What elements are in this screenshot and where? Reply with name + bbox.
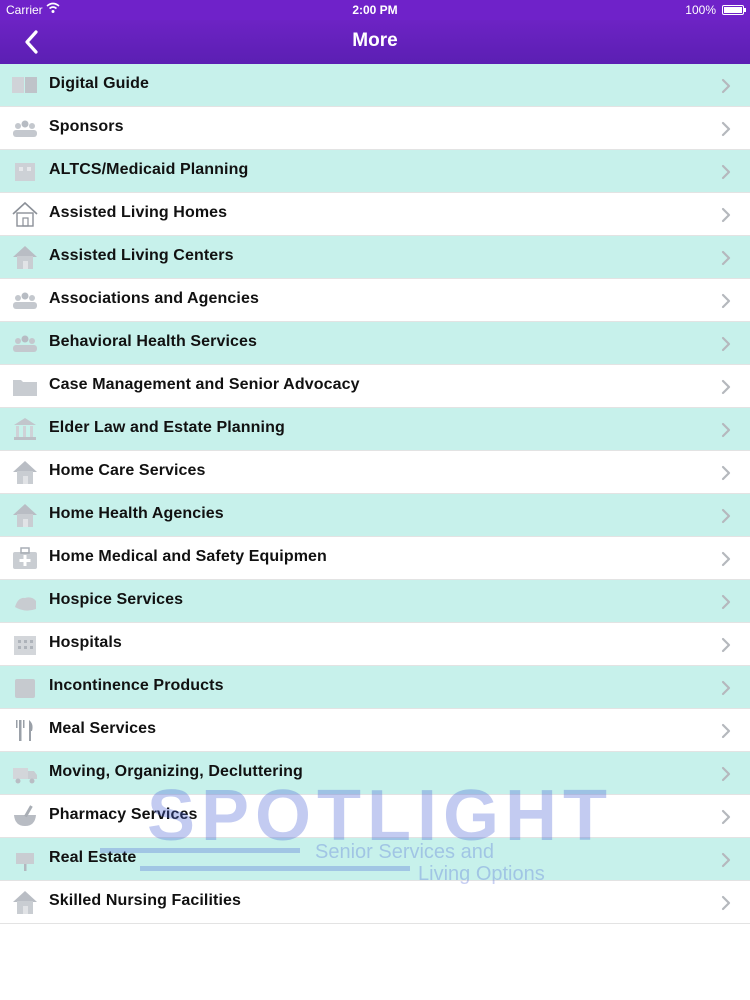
menu-row[interactable]: Home Care Services [0,451,750,494]
menu-row[interactable]: Moving, Organizing, Decluttering [0,752,750,795]
building-icon [15,163,35,181]
status-time: 2:00 PM [352,3,398,17]
menu-row[interactable]: Assisted Living Centers [0,236,750,279]
chevron-right-icon [721,637,731,653]
sign-icon [16,853,34,871]
menu-row-label: Assisted Living Centers [49,247,234,264]
chevron-right-icon [721,336,731,352]
menu-row-label: Pharmacy Services [49,806,198,823]
chevron-right-icon [721,895,731,911]
menu-row-label: Digital Guide [49,75,149,92]
menu-row-label: Case Management and Senior Advocacy [49,376,360,393]
menu-row[interactable]: ALTCS/Medicaid Planning [0,150,750,193]
chevron-right-icon [721,766,731,782]
menu-row-label: Sponsors [49,118,124,135]
chevron-right-icon [721,465,731,481]
chevron-right-icon [721,164,731,180]
menu-row[interactable]: Home Medical and Safety Equipmen [0,537,750,580]
chevron-right-icon [721,852,731,868]
folder-icon [13,380,37,396]
menu-row[interactable]: Incontinence Products [0,666,750,709]
menu-row-label: Hospitals [49,634,122,651]
chevron-right-icon [721,121,731,137]
menu-row[interactable]: Hospice Services [0,580,750,623]
hospital-icon [14,636,36,655]
chevron-right-icon [721,594,731,610]
menu-row-label: Associations and Agencies [49,290,259,307]
more-menu-list: Digital Guide Sponsors ALTCS/Medicaid Plan… [0,64,750,924]
menu-row[interactable]: Associations and Agencies [0,279,750,322]
house-outline-icon [12,201,38,227]
hand-icon [15,597,36,611]
menu-row-label: Behavioral Health Services [49,333,258,350]
menu-row[interactable]: Case Management and Senior Advocacy [0,365,750,408]
house-icon [13,461,37,484]
chevron-right-icon [721,207,731,223]
menu-row[interactable]: Digital Guide [0,64,750,107]
menu-row-label: Elder Law and Estate Planning [49,419,285,436]
chevron-right-icon [721,379,731,395]
book-icon [12,77,37,93]
truck-icon [13,768,37,784]
page-title: More [352,30,398,51]
menu-row[interactable]: Elder Law and Estate Planning [0,408,750,451]
chevron-right-icon [721,250,731,266]
battery-percentage: 100% [685,3,716,17]
menu-row[interactable]: Hospitals [0,623,750,666]
courthouse-icon [14,418,36,440]
chevron-right-icon [721,723,731,739]
navigation-bar: More [0,20,750,64]
menu-row-label: Assisted Living Homes [49,204,228,221]
menu-row-label: Home Health Agencies [49,505,224,522]
box-icon [15,679,35,698]
menu-row[interactable]: Skilled Nursing Facilities [0,881,750,924]
menu-row[interactable]: Behavioral Health Services [0,322,750,365]
mortar-pestle-icon [14,805,36,826]
people-icon [13,292,37,309]
menu-row-label: Moving, Organizing, Decluttering [49,763,303,780]
status-bar: Carrier 2:00 PM 100% [0,0,750,20]
battery-icon [722,5,746,15]
menu-row[interactable]: Assisted Living Homes [0,193,750,236]
chevron-right-icon [721,809,731,825]
medical-kit-icon [13,547,37,569]
house-icon [13,504,37,527]
menu-row[interactable]: Sponsors [0,107,750,150]
fork-knife-icon [16,720,33,741]
house-icon [13,891,37,914]
chevron-right-icon [721,680,731,696]
people-icon [13,335,37,352]
menu-row-label: Home Care Services [49,462,206,479]
menu-row-label: Hospice Services [49,591,184,608]
chevron-right-icon [721,78,731,94]
menu-row-label: Incontinence Products [49,677,224,694]
menu-row-label: ALTCS/Medicaid Planning [49,161,249,178]
chevron-right-icon [721,551,731,567]
house-icon [13,246,37,269]
menu-row-label: Home Medical and Safety Equipmen [49,548,327,565]
menu-row-label: Skilled Nursing Facilities [49,892,241,909]
menu-row[interactable]: Meal Services [0,709,750,752]
menu-row-label: Meal Services [49,720,157,737]
menu-row[interactable]: Home Health Agencies [0,494,750,537]
chevron-right-icon [721,422,731,438]
chevron-right-icon [721,293,731,309]
people-icon [13,120,37,137]
menu-row[interactable]: Real Estate [0,838,750,881]
chevron-right-icon [721,508,731,524]
menu-row-label: Real Estate [49,849,137,866]
menu-row[interactable]: Pharmacy Services [0,795,750,838]
